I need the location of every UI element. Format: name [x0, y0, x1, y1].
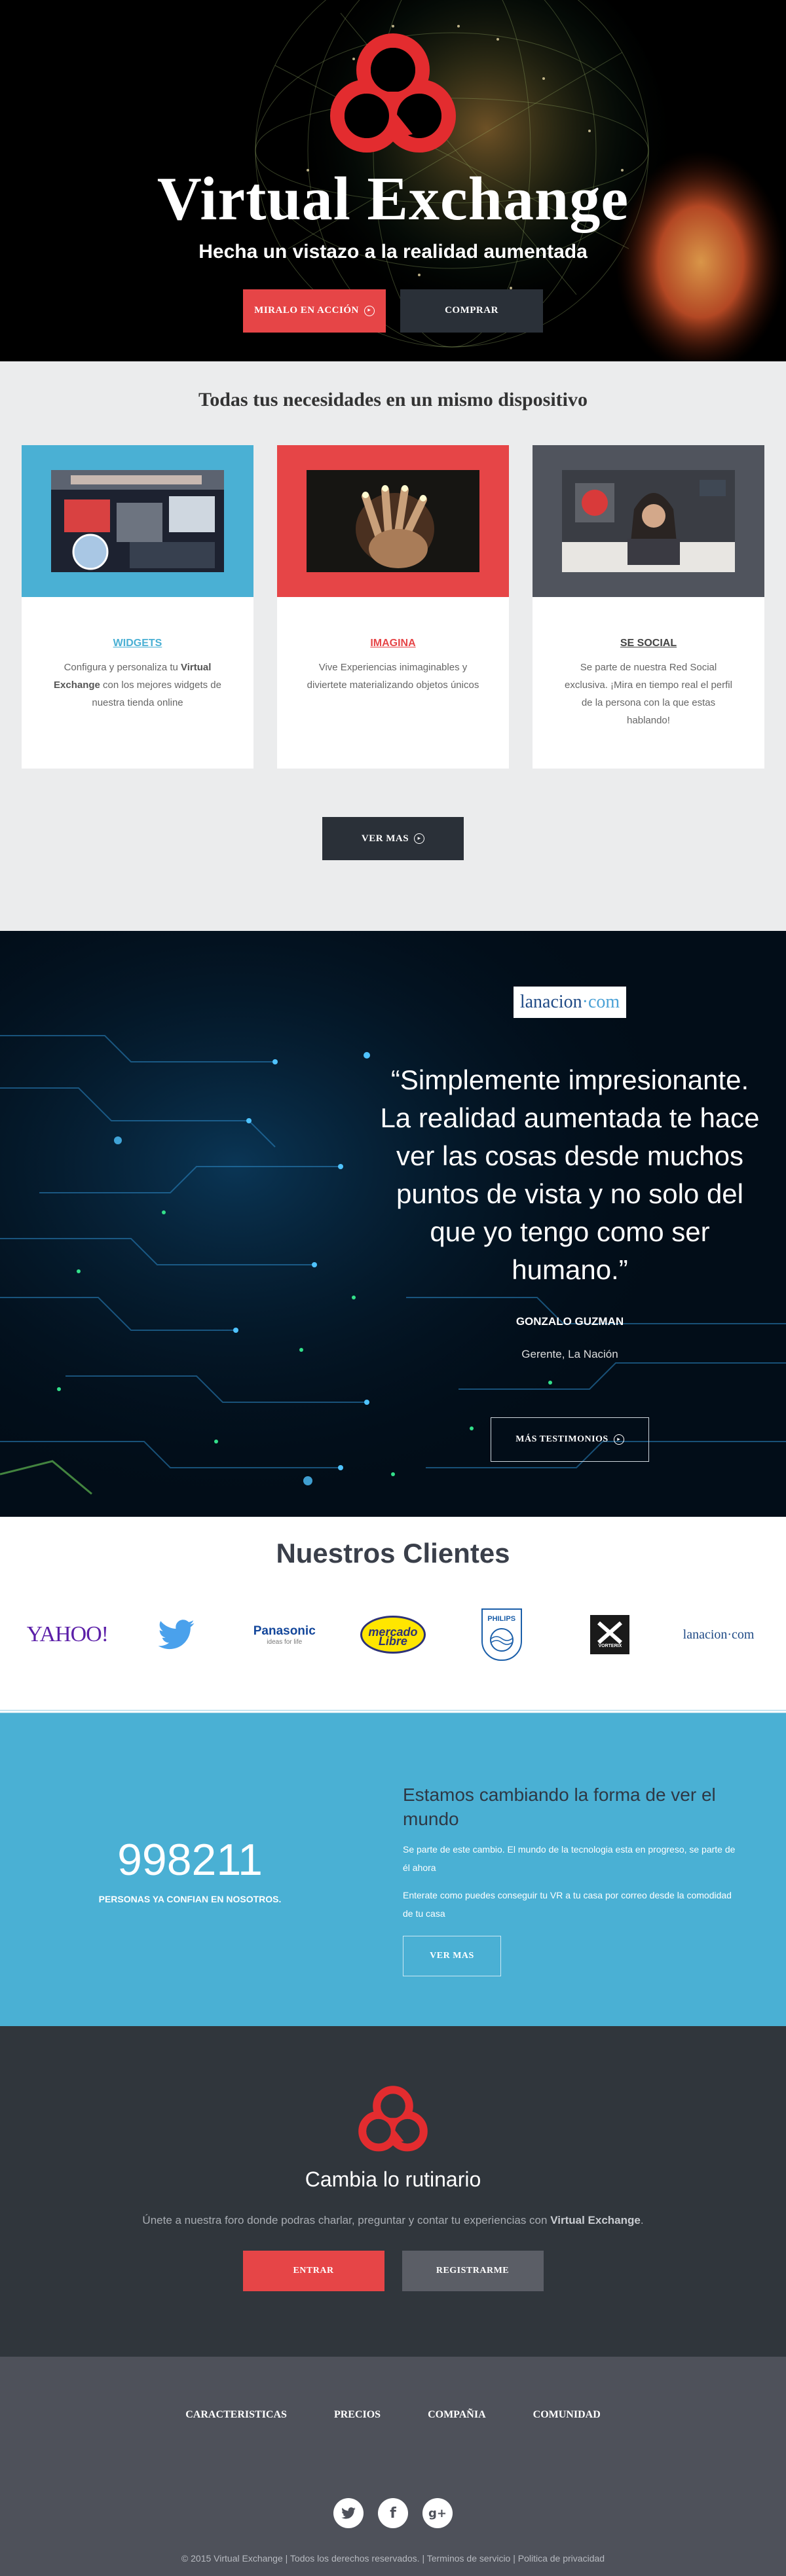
clients-heading: Nuestros Clientes: [276, 1538, 510, 1569]
copyright-text: © 2015 Virtual Exchange | Todos los dere…: [181, 2553, 605, 2564]
features-heading: Todas tus necesidades en un mismo dispos…: [198, 389, 588, 410]
card-text-imagina: Vive Experiencias inimaginables y divier…: [307, 662, 479, 691]
footer-link-community[interactable]: COMUNIDAD: [510, 2409, 624, 2421]
see-more-stats-button[interactable]: VER MAS: [403, 1936, 501, 1976]
hero-section: Virtual Exchange Hecha un vistazo a la r…: [0, 0, 786, 361]
vorterix-logo: VORTERIX: [564, 1605, 656, 1664]
buy-button[interactable]: COMPRAR: [400, 289, 543, 333]
footer: CARACTERISTICAS PRECIOS COMPAÑIA COMUNID…: [0, 2357, 786, 2576]
twitter-logo: [130, 1605, 222, 1664]
enter-button[interactable]: ENTRAR: [242, 2251, 384, 2291]
more-testimonials-button[interactable]: MÁS TESTIMONIOS ▸: [491, 1417, 649, 1462]
stats-paragraph-1: Se parte de este cambio. El mundo de la …: [403, 1844, 736, 1873]
widgets-image: [51, 470, 224, 572]
join-heading: Cambia lo rutinario: [305, 2168, 481, 2191]
stats-paragraph-2: Enterate como puedes conseguir tu VR a t…: [403, 1890, 732, 1919]
footer-link-features[interactable]: CARACTERISTICAS: [162, 2409, 310, 2421]
footer-link-company[interactable]: COMPAÑIA: [404, 2409, 510, 2421]
more-testimonials-label: MÁS TESTIMONIOS: [515, 1434, 608, 1444]
register-button[interactable]: REGISTRARME: [402, 2251, 544, 2291]
card-title-imagina[interactable]: IMAGINA: [370, 638, 415, 649]
mercado-libre-logo: mercado Libre: [347, 1605, 439, 1664]
hero-title: Virtual Exchange: [157, 165, 629, 233]
card-title-widgets[interactable]: WIDGETS: [113, 638, 162, 649]
join-text: Únete a nuestra foro donde podras charla…: [142, 2214, 644, 2226]
la-nacion-logo: lanacion·com: [513, 987, 627, 1018]
users-count: 998211: [117, 1835, 263, 1885]
watch-in-action-button[interactable]: MIRALO EN ACCIÓN ▸: [243, 289, 386, 333]
hero-subtitle: Hecha un vistazo a la realidad aumentada: [198, 240, 588, 263]
footer-nav: CARACTERISTICAS PRECIOS COMPAÑIA COMUNID…: [0, 2357, 786, 2421]
testimonial-role: Gerente, La Nación: [521, 1348, 618, 1360]
virtual-exchange-logo: [330, 33, 456, 153]
join-section: Cambia lo rutinario Únete a nuestra foro…: [0, 2026, 786, 2357]
feature-card-widgets: WIDGETS Configura y personaliza tu Virtu…: [22, 445, 253, 769]
feature-card-imagina: IMAGINA Vive Experiencias inimaginables …: [277, 445, 509, 769]
features-section: Todas tus necesidades en un mismo dispos…: [0, 361, 786, 931]
stats-heading: Estamos cambiando la forma de ver el mun…: [403, 1785, 716, 1829]
twitter-icon[interactable]: [333, 2498, 364, 2528]
yahoo-logo: YAHOO!: [26, 1622, 109, 1646]
arrow-right-icon: ▸: [414, 833, 425, 844]
virtual-exchange-logo-small: [358, 2086, 428, 2152]
stats-section: 998211 PERSONAS YA CONFIAN EN NOSOTROS. …: [0, 1713, 786, 2026]
social-image: [562, 470, 735, 572]
facebook-icon[interactable]: f: [378, 2498, 408, 2528]
google-plus-icon[interactable]: g+: [422, 2498, 453, 2528]
panasonic-logo: Panasonic ideas for life: [253, 1624, 316, 1646]
users-count-label: PERSONAS YA CONFIAN EN NOSOTROS.: [98, 1894, 282, 1904]
card-title-social[interactable]: SE SOCIAL: [620, 638, 677, 649]
footer-link-prices[interactable]: PRECIOS: [310, 2409, 404, 2421]
la-nacion-client-logo: lanacion·com: [683, 1627, 755, 1642]
philips-logo: PHILIPS: [456, 1605, 548, 1664]
card-text-widgets: Configura y personaliza tu Virtual Excha…: [54, 662, 221, 708]
testimonial-section: lanacion·com “Simplemente impresionante.…: [0, 931, 786, 1517]
arrow-right-icon: ▸: [613, 1434, 624, 1445]
play-icon: ▸: [364, 305, 375, 316]
see-more-features-button[interactable]: VER MAS ▸: [322, 817, 464, 860]
watch-in-action-label: MIRALO EN ACCIÓN: [254, 305, 359, 316]
feature-card-social: SE SOCIAL Se parte de nuestra Red Social…: [533, 445, 764, 769]
card-text-social: Se parte de nuestra Red Social exclusiva…: [565, 662, 732, 726]
testimonial-quote: “Simplemente impresionante. La realidad …: [380, 1064, 760, 1285]
clients-section: Nuestros Clientes YAHOO! Panasonic ideas…: [0, 1517, 786, 1710]
testimonial-author: GONZALO GUZMAN: [515, 1315, 624, 1328]
see-more-label: VER MAS: [361, 833, 409, 844]
imagina-image: [307, 470, 479, 572]
